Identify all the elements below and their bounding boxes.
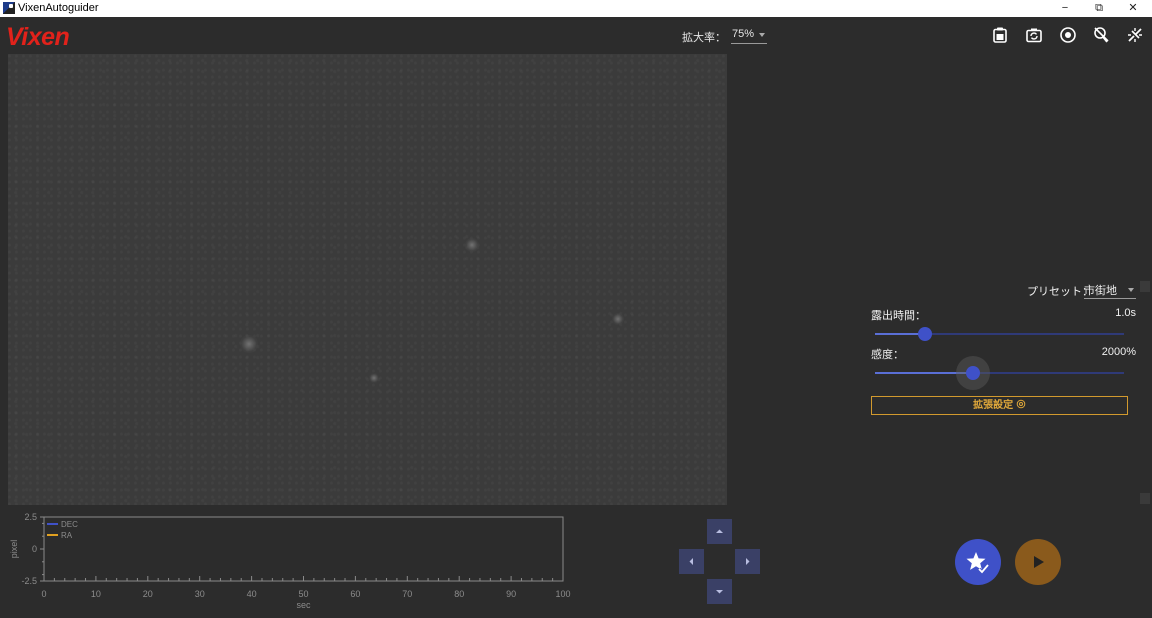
gain-value: 2000% (1101, 346, 1136, 358)
star-spot (612, 313, 624, 325)
minimize-button[interactable]: − (1048, 0, 1082, 17)
x-tick-label: 60 (350, 589, 360, 599)
x-axis-label: sec (296, 600, 311, 610)
star-spot (240, 335, 258, 353)
x-tick-label: 30 (195, 589, 205, 599)
arrow-right-icon (746, 558, 750, 565)
zoom-value: 75% (732, 28, 755, 40)
start-guiding-button[interactable] (955, 539, 1001, 585)
target-icon[interactable] (1059, 26, 1077, 44)
scroll-indicator-bottom[interactable] (1140, 493, 1150, 504)
x-tick-label: 50 (298, 589, 308, 599)
exposure-slider-thumb[interactable] (917, 327, 932, 341)
guide-graph: 0 10 20 30 40 50 60 70 80 90 100 2.5 0 -2.5 pixel sec DE… (0, 510, 580, 618)
arrow-down-icon (716, 590, 723, 594)
advanced-settings-label: 拡張設定 (973, 400, 1014, 411)
legend-label-dec: DEC (61, 520, 78, 529)
reticle-off-icon[interactable] (1092, 26, 1110, 44)
star-check-icon (966, 552, 990, 575)
x-tick-label: 20 (143, 589, 153, 599)
advanced-settings-button[interactable]: 拡張設定 (871, 396, 1128, 415)
x-tick-label: 100 (555, 589, 570, 599)
zoom-select[interactable]: 75% (731, 28, 767, 44)
x-tick-label: 90 (506, 589, 516, 599)
preset-select[interactable]: 市街地 (1084, 282, 1136, 299)
x-tick-label: 80 (454, 589, 464, 599)
graph-frame (43, 516, 564, 582)
y-axis-label: pixel (9, 540, 19, 559)
move-right-button[interactable] (735, 549, 760, 574)
preset-value: 市街地 (1084, 285, 1117, 297)
star-spot (465, 238, 479, 252)
app-toolbar: Vixen 拡大率： 75% (0, 17, 1152, 54)
guide-graph-svg: 0 10 20 30 40 50 60 70 80 90 100 2.5 0 -2.5 pixel sec DE… (9, 512, 571, 610)
close-button[interactable]: ✕ (1116, 0, 1150, 17)
move-up-button[interactable] (707, 519, 732, 544)
exposure-label: 露出時間： (871, 310, 926, 322)
play-button[interactable] (1015, 539, 1061, 585)
gear-icon (1016, 399, 1026, 409)
exposure-slider[interactable] (875, 327, 1124, 341)
restore-button[interactable]: ⧉ (1082, 0, 1116, 17)
clipboard-icon[interactable] (991, 26, 1009, 44)
disconnect-icon[interactable] (1126, 26, 1144, 44)
x-tick-label: 40 (247, 589, 257, 599)
move-down-button[interactable] (707, 579, 732, 604)
chevron-down-icon (1128, 288, 1134, 292)
arrow-left-icon (689, 558, 693, 565)
vixen-logo: Vixen (6, 23, 70, 51)
zoom-label: 拡大率： (682, 32, 726, 44)
y-tick-label: 2.5 (24, 512, 37, 522)
arrow-up-icon (716, 529, 723, 533)
gain-slider[interactable] (875, 356, 1124, 390)
camera-rotate-icon[interactable] (1025, 26, 1043, 44)
move-left-button[interactable] (679, 549, 704, 574)
gain-label: 感度： (871, 349, 904, 361)
x-tick-label: 70 (402, 589, 412, 599)
x-tick-label: 10 (91, 589, 101, 599)
exposure-value: 1.0s (1115, 307, 1136, 319)
y-tick-label: 0 (32, 544, 37, 554)
camera-image-view[interactable] (8, 54, 727, 505)
window-title: VixenAutoguider (18, 2, 99, 14)
y-tick-label: -2.5 (21, 576, 37, 586)
chevron-down-icon (759, 33, 765, 37)
x-tick-label: 0 (41, 589, 46, 599)
legend-label-ra: RA (61, 531, 73, 540)
window-titlebar: VixenAutoguider − ⧉ ✕ (0, 0, 1152, 17)
app-icon (3, 2, 15, 14)
scroll-indicator-top[interactable] (1140, 281, 1150, 292)
star-spot (369, 373, 379, 383)
play-icon (1034, 556, 1044, 568)
